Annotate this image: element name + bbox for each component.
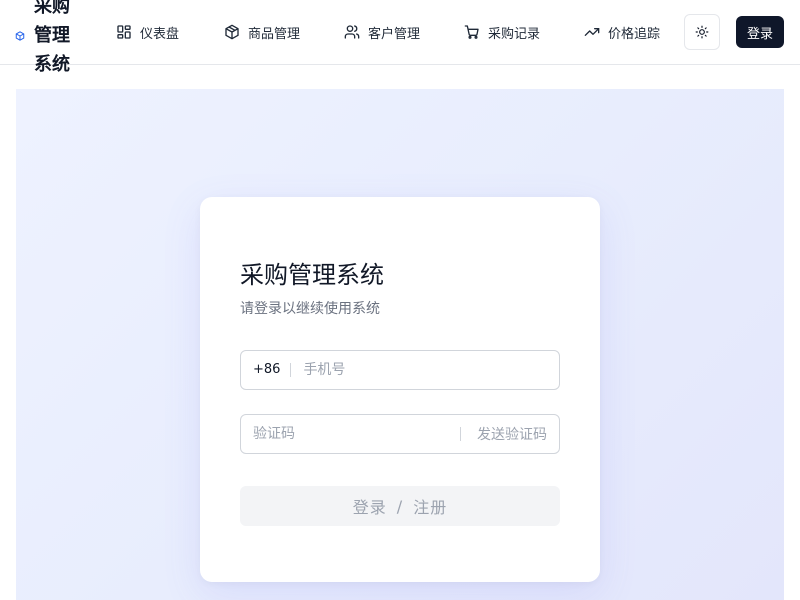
nav-label: 价格追踪 <box>608 26 661 42</box>
nav-item-products[interactable]: 商品管理 <box>224 22 300 42</box>
nav-label: 采购记录 <box>488 26 541 42</box>
top-navbar: 采购管理系统 仪表盘 商品管理 客户管理 采购记录 价格追踪 登录 <box>0 0 800 75</box>
login-card: 采购管理系统 请登录以继续使用系统 +86 发送验证码 登录 / 注册 <box>200 197 600 582</box>
login-title: 采购管理系统 <box>240 261 384 289</box>
submit-login-label: 登录 <box>352 498 387 517</box>
submit-separator: / <box>396 496 404 516</box>
submit-register-label: 注册 <box>413 498 448 517</box>
country-code-prefix[interactable]: +86 <box>253 363 292 377</box>
phone-input[interactable] <box>303 362 524 378</box>
users-icon <box>344 25 360 39</box>
brand[interactable]: 采购管理系统 <box>14 0 74 79</box>
header-login-button[interactable]: 登录 <box>736 16 784 48</box>
divider <box>460 427 461 441</box>
sun-icon <box>695 25 709 39</box>
phone-field[interactable]: +86 <box>240 350 560 390</box>
login-register-button[interactable]: 登录 / 注册 <box>240 486 560 526</box>
brand-name: 采购管理系统 <box>34 0 70 75</box>
cube-logo-icon <box>14 30 26 42</box>
nav-label: 商品管理 <box>248 26 301 42</box>
theme-toggle-button[interactable] <box>684 14 720 50</box>
package-icon <box>225 24 239 40</box>
nav-label: 客户管理 <box>368 26 421 42</box>
nav-label: 仪表盘 <box>140 26 180 42</box>
cart-icon <box>464 25 479 39</box>
nav-item-price-tracking[interactable]: 价格追踪 <box>584 22 660 42</box>
trending-up-icon <box>584 27 600 36</box>
verification-code-field[interactable]: 发送验证码 <box>240 414 560 454</box>
dashboard-icon <box>117 25 131 39</box>
nav-item-customers[interactable]: 客户管理 <box>344 22 420 42</box>
verification-code-input[interactable] <box>253 426 448 442</box>
login-subtitle: 请登录以继续使用系统 <box>240 301 380 317</box>
nav-item-purchases[interactable]: 采购记录 <box>464 22 540 42</box>
send-code-button[interactable]: 发送验证码 <box>477 424 547 444</box>
nav-item-dashboard[interactable]: 仪表盘 <box>116 22 179 42</box>
